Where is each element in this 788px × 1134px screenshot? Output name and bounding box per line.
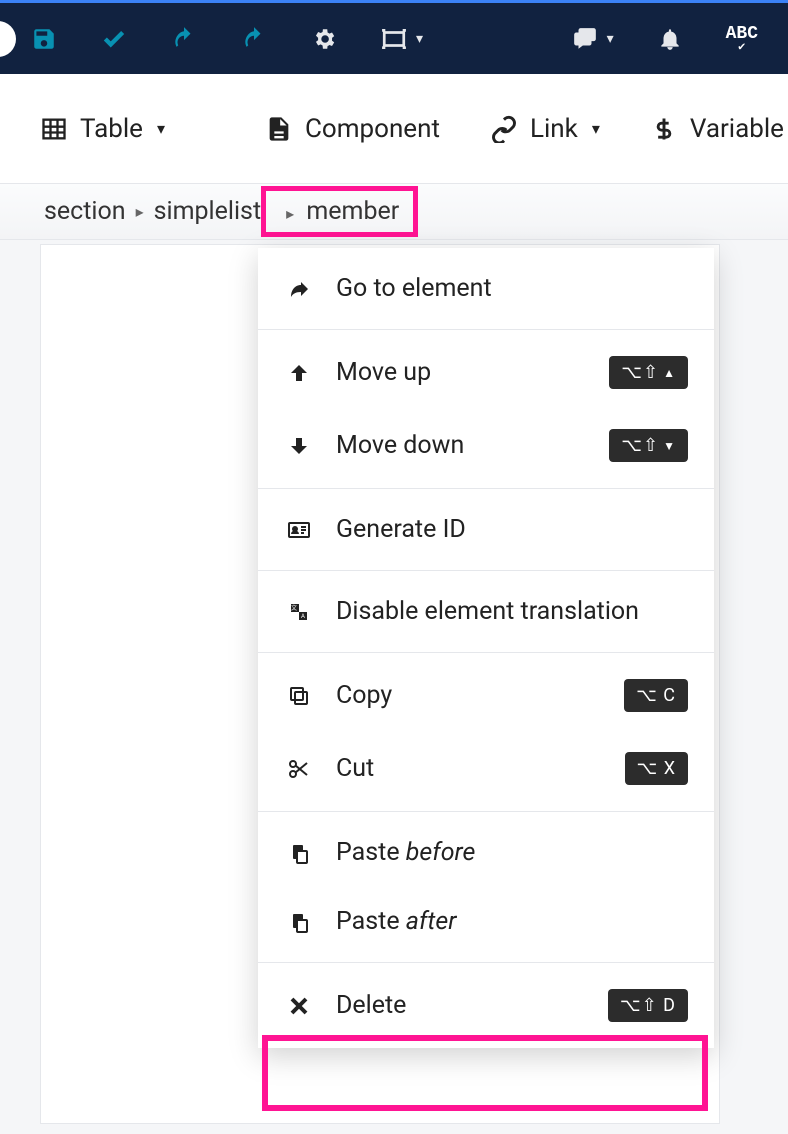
variable-button[interactable]: Variable: [650, 114, 784, 144]
component-button[interactable]: Component: [265, 114, 440, 144]
arrow-up-icon: [284, 361, 314, 385]
check-icon: ✔: [738, 41, 745, 53]
menu-label: Go to element: [336, 274, 688, 303]
copy-icon: [284, 684, 314, 708]
menu-label: Paste after: [336, 907, 688, 936]
shortcut-badge: ⌥ C: [624, 679, 688, 712]
chevron-down-icon: ▾: [592, 119, 600, 138]
svg-text:文: 文: [291, 604, 297, 612]
comments-dropdown[interactable]: ▾: [571, 25, 614, 53]
secondary-toolbar: Table ▾ Component Link ▾ Variable: [0, 74, 788, 184]
menu-label: Move up: [336, 358, 587, 387]
paste-after-icon: [284, 910, 314, 934]
breadcrumb-item[interactable]: simplelist: [150, 195, 266, 228]
table-label: Table: [80, 114, 143, 144]
chevron-right-icon: ▸: [286, 204, 294, 223]
breadcrumb-item-highlighted[interactable]: ▸ member: [261, 186, 418, 237]
menu-move-up[interactable]: Move up ⌥⇧ ▲: [258, 336, 714, 409]
shortcut-badge: ⌥⇧ D: [608, 989, 688, 1022]
link-label: Link: [530, 114, 578, 144]
component-label: Component: [305, 114, 440, 144]
breadcrumb: section ▸ simplelist ▸ member: [0, 184, 788, 240]
menu-label: Generate ID: [336, 515, 688, 544]
shortcut-badge: ⌥ X: [625, 752, 689, 785]
chevron-down-icon: ▾: [416, 31, 423, 47]
menu-go-to-element[interactable]: Go to element: [258, 254, 714, 323]
paste-before-icon: [284, 841, 314, 865]
shortcut-badge: ⌥⇧ ▲: [609, 356, 688, 389]
context-menu: Go to element Move up ⌥⇧ ▲ Move down ⌥⇧ …: [258, 248, 714, 1048]
link-button[interactable]: Link ▾: [490, 114, 600, 144]
toolbar-drag-handle[interactable]: [0, 21, 16, 57]
frame-dropdown[interactable]: ▾: [380, 25, 423, 53]
breadcrumb-item-label: member: [306, 197, 399, 226]
menu-move-down[interactable]: Move down ⌥⇧ ▼: [258, 409, 714, 482]
menu-generate-id[interactable]: Generate ID: [258, 495, 714, 564]
dollar-icon: [650, 115, 678, 143]
link-icon: [490, 115, 518, 143]
spellcheck-icon[interactable]: ABC ✔: [726, 25, 758, 53]
arrow-down-icon: [284, 434, 314, 458]
close-icon: [284, 994, 314, 1018]
menu-label: Cut: [336, 754, 603, 783]
redo-icon[interactable]: [240, 25, 268, 53]
menu-paste-after[interactable]: Paste after: [258, 887, 714, 956]
menu-label: Disable element translation: [336, 597, 688, 626]
check-icon[interactable]: [100, 25, 128, 53]
menu-delete[interactable]: Delete ⌥⇧ D: [258, 969, 714, 1042]
scissors-icon: [284, 757, 314, 781]
translation-icon: 文A: [284, 600, 314, 624]
menu-copy[interactable]: Copy ⌥ C: [258, 659, 714, 732]
gear-icon[interactable]: [310, 25, 338, 53]
menu-label: Move down: [336, 431, 587, 460]
menu-label: Delete: [336, 991, 586, 1020]
menu-disable-translation[interactable]: 文A Disable element translation: [258, 577, 714, 646]
table-button[interactable]: Table ▾: [40, 114, 165, 144]
variable-label: Variable: [690, 114, 784, 144]
chevron-right-icon: ▸: [136, 202, 144, 221]
top-toolbar: ▾ ▾ ABC ✔: [0, 0, 788, 74]
chevron-down-icon: ▾: [157, 119, 165, 138]
undo-icon[interactable]: [170, 25, 198, 53]
menu-label: Copy: [336, 681, 602, 710]
table-icon: [40, 115, 68, 143]
bell-icon[interactable]: [656, 25, 684, 53]
chevron-down-icon: ▾: [607, 31, 614, 47]
shortcut-badge: ⌥⇧ ▼: [609, 429, 688, 462]
menu-label: Paste before: [336, 838, 688, 867]
document-icon: [265, 115, 293, 143]
menu-paste-before[interactable]: Paste before: [258, 818, 714, 887]
svg-text:A: A: [301, 613, 305, 620]
arrow-share-icon: [284, 277, 314, 301]
id-card-icon: [284, 518, 314, 542]
menu-cut[interactable]: Cut ⌥ X: [258, 732, 714, 805]
save-icon[interactable]: [30, 25, 58, 53]
breadcrumb-item[interactable]: section: [40, 195, 130, 228]
